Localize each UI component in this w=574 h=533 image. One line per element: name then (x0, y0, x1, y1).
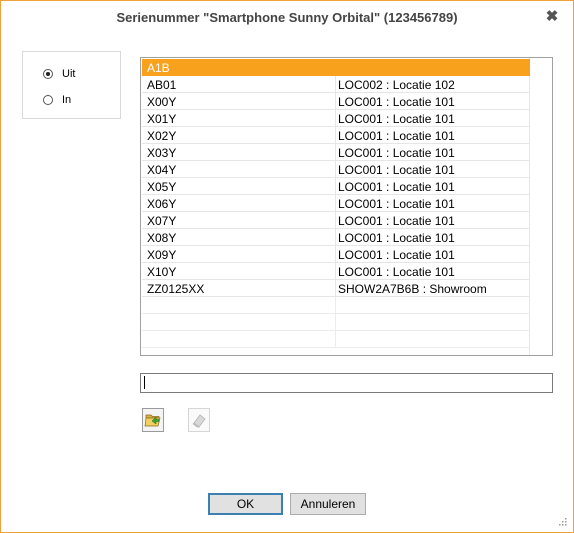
location-cell: LOC001 : Locatie 101 (338, 214, 455, 228)
list-row[interactable]: X09Y LOC001 : Locatie 101 (142, 246, 530, 263)
cell-separator (335, 280, 336, 297)
radio-in-circle[interactable] (43, 95, 53, 105)
ok-button[interactable]: OK (208, 493, 283, 515)
location-cell: LOC001 : Locatie 101 (338, 146, 455, 160)
location-cell: LOC001 : Locatie 101 (338, 129, 455, 143)
serial-dialog: Serienummer "Smartphone Sunny Orbital" (… (0, 0, 574, 533)
list-row[interactable]: X04Y LOC001 : Locatie 101 (142, 161, 530, 178)
empty-row (142, 297, 530, 314)
cell-separator (335, 144, 336, 161)
cell-separator (335, 195, 336, 212)
serial-cell: X00Y (147, 95, 177, 109)
radio-in[interactable]: In (43, 92, 71, 108)
location-cell: LOC001 : Locatie 101 (338, 231, 455, 245)
location-cell: LOC001 : Locatie 101 (338, 265, 455, 279)
open-folder-button[interactable] (142, 408, 164, 432)
list-row[interactable]: X03Y LOC001 : Locatie 101 (142, 144, 530, 161)
direction-group: Uit In (22, 51, 121, 119)
serial-cell: A1B (147, 61, 170, 75)
cell-separator (335, 314, 336, 331)
list-row[interactable]: X07Y LOC001 : Locatie 101 (142, 212, 530, 229)
location-cell: SHOW2A7B6B : Showroom (338, 282, 487, 296)
location-cell: LOC001 : Locatie 101 (338, 197, 455, 211)
serial-cell: ZZ0125XX (147, 282, 205, 296)
location-cell: LOC002 : Locatie 102 (338, 78, 455, 92)
cell-separator (335, 246, 336, 263)
serial-list[interactable]: A1B AB01 LOC002 : Locatie 102 X00Y LOC001 : … (140, 57, 553, 356)
list-row[interactable]: A1B (142, 59, 530, 76)
list-row[interactable]: X08Y LOC001 : Locatie 101 (142, 229, 530, 246)
list-row[interactable]: X05Y LOC001 : Locatie 101 (142, 178, 530, 195)
serial-cell: X03Y (147, 146, 177, 160)
cell-separator (335, 127, 336, 144)
location-cell: LOC001 : Locatie 101 (338, 180, 455, 194)
cancel-button[interactable]: Annuleren (290, 493, 366, 515)
cell-separator (335, 331, 336, 348)
list-row[interactable]: X10Y LOC001 : Locatie 101 (142, 263, 530, 280)
cell-separator (335, 76, 336, 93)
eraser-icon (192, 414, 206, 428)
cell-separator (335, 297, 336, 314)
radio-in-label: In (62, 94, 72, 106)
cell-separator (335, 110, 336, 127)
location-cell: LOC001 : Locatie 101 (338, 248, 455, 262)
list-row[interactable]: AB01 LOC002 : Locatie 102 (142, 76, 530, 93)
location-cell: LOC001 : Locatie 101 (338, 95, 455, 109)
serial-cell: X02Y (147, 129, 177, 143)
cell-separator (335, 161, 336, 178)
folder-open-icon (144, 414, 161, 427)
serial-cell: X05Y (147, 180, 177, 194)
radio-out[interactable]: Uit (43, 66, 75, 82)
list-row[interactable]: X02Y LOC001 : Locatie 101 (142, 127, 530, 144)
serial-input[interactable] (140, 373, 553, 393)
cell-separator (335, 178, 336, 195)
cell-separator (335, 93, 336, 110)
resize-grip-icon[interactable] (557, 516, 567, 526)
list-row[interactable]: X00Y LOC001 : Locatie 101 (142, 93, 530, 110)
empty-row (142, 314, 530, 331)
empty-row (142, 331, 530, 348)
serial-cell: X04Y (147, 163, 177, 177)
list-row[interactable]: X06Y LOC001 : Locatie 101 (142, 195, 530, 212)
serial-cell: X09Y (147, 248, 177, 262)
radio-out-circle[interactable] (43, 69, 53, 79)
serial-cell: X10Y (147, 265, 177, 279)
erase-button[interactable] (188, 408, 210, 432)
cell-separator (335, 59, 336, 76)
serial-cell: X01Y (147, 112, 177, 126)
serial-cell: X06Y (147, 197, 177, 211)
cell-separator (335, 212, 336, 229)
radio-out-label: Uit (62, 68, 76, 80)
serial-cell: X07Y (147, 214, 177, 228)
close-icon[interactable]: ✖ (545, 9, 559, 24)
location-cell: LOC001 : Locatie 101 (338, 112, 455, 126)
serial-cell: X08Y (147, 231, 177, 245)
cell-separator (335, 263, 336, 280)
text-caret (144, 376, 145, 389)
list-row[interactable]: ZZ0125XX SHOW2A7B6B : Showroom (142, 280, 530, 297)
dialog-title: Serienummer "Smartphone Sunny Orbital" (… (116, 10, 458, 25)
serial-cell: AB01 (147, 78, 177, 92)
list-row[interactable]: X01Y LOC001 : Locatie 101 (142, 110, 530, 127)
location-cell: LOC001 : Locatie 101 (338, 163, 455, 177)
cell-separator (335, 229, 336, 246)
